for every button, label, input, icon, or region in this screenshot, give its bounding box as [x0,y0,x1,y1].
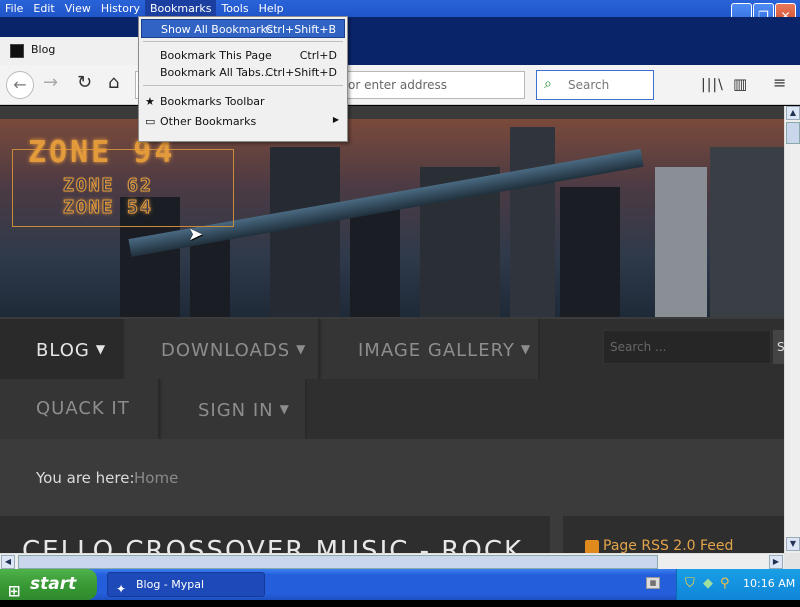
tab-strip: Blog [0,17,800,65]
menu-tools[interactable]: Tools [216,0,253,17]
nav-quack-it[interactable]: QUACK IT [0,379,160,439]
menu-edit[interactable]: Edit [28,0,59,17]
menu-item-shortcut: Ctrl+Shift+B [265,23,336,36]
logo-sub-2: ZONE 54 [63,197,153,219]
menu-bar: File Edit View History Bookmarks Tools H… [0,0,289,17]
nav-downloads[interactable]: DOWNLOADS ▼ [125,319,320,379]
breadcrumb: You are here: Home [0,439,784,516]
menu-item-label: Bookmarks Toolbar [160,95,265,108]
nav-sign-in[interactable]: SIGN IN ▼ [162,379,307,439]
forward-icon[interactable]: → [43,73,58,93]
logo-sub-1: ZONE 62 [63,175,153,197]
reload-icon[interactable]: ↻ [77,73,92,93]
menu-separator [143,41,343,42]
breadcrumb-label: You are here: [36,469,135,487]
menu-bookmarks[interactable]: Bookmarks [144,0,217,17]
start-button[interactable]: ⊞ start [0,569,97,600]
menu-item-other-bookmarks[interactable]: ▭ Other Bookmarks ▶ [141,112,345,131]
tab-title: Blog [31,43,56,56]
site-nav-row-1: BLOG ▼ DOWNLOADS ▼ IMAGE GALLERY ▼ Search .… [0,319,784,379]
taskbar: ⊞ start ✦ Blog - Mypal ▦ ⛉ ◆ ⚲ 10:16 AM [0,569,800,600]
menu-view[interactable]: View [60,0,96,17]
menu-history[interactable]: History [96,0,145,17]
nav-downloads-label: DOWNLOADS [161,340,291,361]
caret-down-icon: ▼ [95,342,107,356]
mypal-app-icon: ✦ [116,582,127,596]
article-title[interactable]: CELLO CROSSOVER MUSIC - ROCK [22,536,523,553]
back-icon[interactable]: ← [6,71,34,99]
nav-toolbar: ← → ↻ ⌂ or enter address ⌕ Search |||\ ▥… [0,65,800,105]
network-icon[interactable]: ◆ [703,576,713,591]
favicon-icon [10,44,24,58]
search-icon: ⌕ [544,76,552,92]
menu-item-shortcut: Ctrl+D [299,49,337,62]
keyboard-icon[interactable]: ▦ [646,577,660,589]
scroll-down-icon[interactable]: ▼ [786,537,800,551]
site-search-button[interactable]: S [773,330,784,364]
search-input[interactable]: ⌕ Search [536,70,654,100]
submenu-arrow-icon: ▶ [332,115,339,124]
nav-image-gallery[interactable]: IMAGE GALLERY ▼ [322,319,540,379]
menu-item-shortcut: Ctrl+Shift+D [265,66,337,79]
address-placeholder: or enter address [348,78,448,92]
shield-icon[interactable]: ⛉ [685,576,695,591]
menu-item-label: Bookmark All Tabs... [160,66,272,79]
menu-item-bookmark-all-tabs[interactable]: Bookmark All Tabs... Ctrl+Shift+D [141,63,345,82]
caret-down-icon: ▼ [279,402,290,416]
library-icon[interactable]: |||\ [701,75,724,95]
nav-blog[interactable]: BLOG ▼ [0,319,123,379]
rss-icon [585,540,599,553]
taskbar-window-button[interactable]: ✦ Blog - Mypal [107,572,265,597]
site-nav-row-2: QUACK IT SIGN IN ▼ [0,379,784,439]
site-banner: ZONE 94 ZONE 62 ZONE 54 [0,119,784,317]
menu-item-label: Other Bookmarks [160,115,257,128]
start-label: start [30,574,77,594]
scroll-right-icon[interactable]: ▶ [769,555,783,569]
rss-card: Page RSS 2.0 Feed [563,516,784,553]
rss-feed-link[interactable]: Page RSS 2.0 Feed [603,538,733,553]
nav-blog-label: BLOG [36,340,90,361]
nav-signin-label: SIGN IN [198,400,274,421]
home-icon[interactable]: ⌂ [108,73,119,93]
tab-blog[interactable]: Blog [0,37,140,65]
hamburger-menu-icon[interactable]: ≡ [773,73,786,93]
menu-item-label: Show All Bookmarks [161,23,273,36]
site-search-placeholder: Search ... [610,340,667,354]
vertical-scroll-thumb[interactable] [786,122,800,144]
site-search-input[interactable]: Search ... [603,330,771,364]
folder-icon: ▭ [145,115,156,128]
caret-down-icon: ▼ [520,342,532,356]
page-content: ZONE 94 ZONE 62 ZONE 54 BLOG ▼ DOWNLOADS ▼… [0,106,784,553]
menu-item-label: Bookmark This Page [160,49,272,62]
menu-separator [143,85,343,86]
menu-item-bookmarks-toolbar[interactable]: ★ Bookmarks Toolbar [141,92,345,111]
mouse-cursor-icon: ➤ [188,224,204,245]
clock[interactable]: 10:16 AM [743,577,795,590]
taskbar-window-label: Blog - Mypal [136,578,205,591]
article-card: CELLO CROSSOVER MUSIC - ROCK [0,516,550,553]
scroll-corner [784,553,800,569]
sidebar-icon[interactable]: ▥ [733,74,747,94]
menu-help[interactable]: Help [254,0,289,17]
vertical-scrollbar[interactable]: ▲ ▼ [784,106,800,553]
search-placeholder: Search [568,78,610,92]
nav-gallery-label: IMAGE GALLERY [358,340,515,361]
horizontal-scroll-thumb[interactable] [18,555,658,569]
breadcrumb-home-link[interactable]: Home [134,469,178,487]
caret-down-icon: ▼ [296,342,307,356]
system-tray: ⛉ ◆ ⚲ 10:16 AM [676,569,800,600]
menu-item-show-all-bookmarks[interactable]: Show All Bookmarks Ctrl+Shift+B [141,19,345,38]
scroll-up-icon[interactable]: ▲ [786,106,800,120]
menu-file[interactable]: File [0,0,28,17]
horizontal-scrollbar[interactable]: ◀ ▶ [0,553,784,569]
scroll-left-icon[interactable]: ◀ [1,555,15,569]
nav-quack-label: QUACK IT [36,398,130,419]
bookmark-star-icon: ★ [145,95,155,108]
magnifier-icon[interactable]: ⚲ [720,576,730,591]
bookmarks-menu: Show All Bookmarks Ctrl+Shift+B Bookmark… [138,16,348,142]
windows-flag-icon: ⊞ [8,582,21,600]
